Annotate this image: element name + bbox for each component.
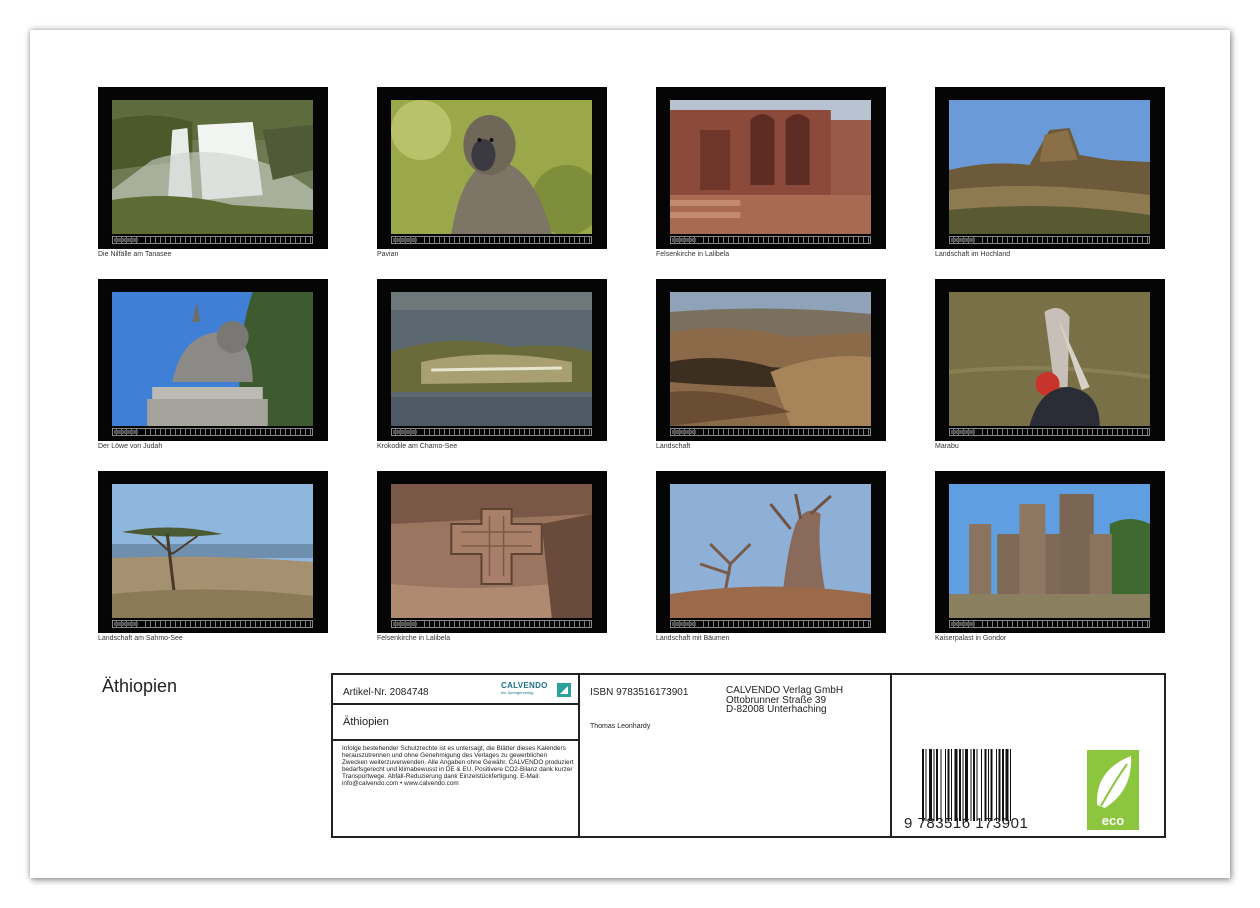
info-column-middle: ISBN 9783516173901 Thomas Leonhardy CALV…: [580, 675, 892, 836]
baobab-photo: [670, 484, 871, 618]
photo-caption: Die Nilfälle am Tanasee: [98, 251, 172, 258]
month-calendar-strip: [949, 620, 1150, 628]
highland-photo: [949, 100, 1150, 234]
photo-frame: [377, 471, 607, 633]
photo-card[interactable]: Pavian: [377, 87, 607, 258]
publisher-address: CALVENDO Verlag GmbH Ottobrunner Straße …: [726, 685, 844, 715]
photo-caption: Der Löwe von Judah: [98, 443, 163, 450]
month-calendar-strip: [391, 620, 592, 628]
title-row: Äthiopien: [333, 705, 578, 741]
info-column-right: 9 783516 173901 eco: [892, 675, 1164, 836]
month-calendar-strip: [670, 620, 871, 628]
acacia-photo: [112, 484, 313, 618]
photo-frame: [98, 87, 328, 249]
castle-photo: [949, 484, 1150, 618]
rock-church-photo: [670, 100, 871, 234]
photo-caption: Marabu: [935, 443, 959, 450]
month-calendar-strip: [112, 620, 313, 628]
baboon-photo: [391, 100, 592, 234]
photo-card[interactable]: Die Nilfälle am Tanasee: [98, 87, 328, 258]
lion-statue-photo: [112, 292, 313, 426]
month-calendar-strip: [949, 236, 1150, 244]
photo-frame: [377, 87, 607, 249]
photo-caption: Landschaft: [656, 443, 691, 450]
month-calendar-strip: [670, 236, 871, 244]
info-column-left: Artikel-Nr. 2084748 CALVENDO ein Springe…: [333, 675, 580, 836]
article-row: Artikel-Nr. 2084748 CALVENDO ein Springe…: [333, 675, 578, 705]
photo-caption: Kaiserpalast in Gondor: [935, 635, 1007, 642]
photo-card[interactable]: Landschaft im Hochland: [935, 87, 1165, 258]
article-number: Artikel-Nr. 2084748: [343, 687, 429, 698]
photo-caption: Felsenkirche in Lalibela: [656, 251, 730, 258]
photo-card[interactable]: Landschaft mit Bäumen: [656, 471, 886, 642]
photo-frame: [935, 471, 1165, 633]
photo-card[interactable]: Marabu: [935, 279, 1165, 450]
month-calendar-strip: [670, 428, 871, 436]
cross-church-photo: [391, 484, 592, 618]
waterfall-photo: [112, 100, 313, 234]
isbn: ISBN 9783516173901: [590, 687, 689, 698]
photo-frame: [98, 471, 328, 633]
photo-caption: Krokodile am Chamo-See: [377, 443, 458, 450]
photo-card[interactable]: Kaiserpalast in Gondor: [935, 471, 1165, 642]
photo-caption: Landschaft im Hochland: [935, 251, 1011, 258]
legal-row: Infolge bestehender Schutzrechte ist es …: [333, 741, 578, 836]
eco-leaf-icon: eco: [1087, 750, 1139, 830]
photo-card[interactable]: Der Löwe von Judah: [98, 279, 328, 450]
legal-notice: Infolge bestehender Schutzrechte ist es …: [342, 745, 574, 787]
photo-frame: [656, 471, 886, 633]
photo-card[interactable]: Felsenkirche in Lalibela: [656, 87, 886, 258]
photo-frame: [935, 279, 1165, 441]
photo-caption: Felsenkirche in Lalibela: [377, 635, 451, 642]
photo-card[interactable]: Landschaft am Sahmo-See: [98, 471, 328, 642]
photo-card[interactable]: Landschaft: [656, 279, 886, 450]
photo-card[interactable]: Krokodile am Chamo-See: [377, 279, 607, 450]
product-title: Äthiopien: [343, 716, 389, 728]
month-calendar-strip: [391, 428, 592, 436]
photo-caption: Landschaft mit Bäumen: [656, 635, 730, 642]
marabou-photo: [949, 292, 1150, 426]
month-calendar-strip: [949, 428, 1150, 436]
month-calendar-strip: [112, 236, 313, 244]
photo-frame: [98, 279, 328, 441]
barcode-digits: 9 783516 173901: [904, 815, 1029, 832]
author: Thomas Leonhardy: [590, 723, 651, 730]
calvendo-logo-icon: [557, 683, 571, 697]
photo-frame: [935, 87, 1165, 249]
calendar-back-sheet: Die Nilfälle am Tanasee Pavian Felsenkir…: [30, 30, 1230, 878]
barcode: [920, 749, 1052, 821]
crocodile-photo: [391, 292, 592, 426]
calendar-title: Äthiopien: [102, 676, 178, 696]
photo-frame: [656, 87, 886, 249]
photo-caption: Landschaft am Sahmo-See: [98, 635, 183, 642]
photo-card[interactable]: Felsenkirche in Lalibela: [377, 471, 607, 642]
month-calendar-strip: [112, 428, 313, 436]
photo-frame: [377, 279, 607, 441]
eco-label: eco: [1101, 813, 1125, 828]
month-calendar-strip: [391, 236, 592, 244]
photo-frame: [656, 279, 886, 441]
photo-caption: Pavian: [377, 251, 399, 258]
product-info-box: Artikel-Nr. 2084748 CALVENDO ein Springe…: [331, 673, 1166, 838]
canyon-photo: [670, 292, 871, 426]
calvendo-logo: CALVENDO ein Springerverlag: [501, 681, 573, 699]
